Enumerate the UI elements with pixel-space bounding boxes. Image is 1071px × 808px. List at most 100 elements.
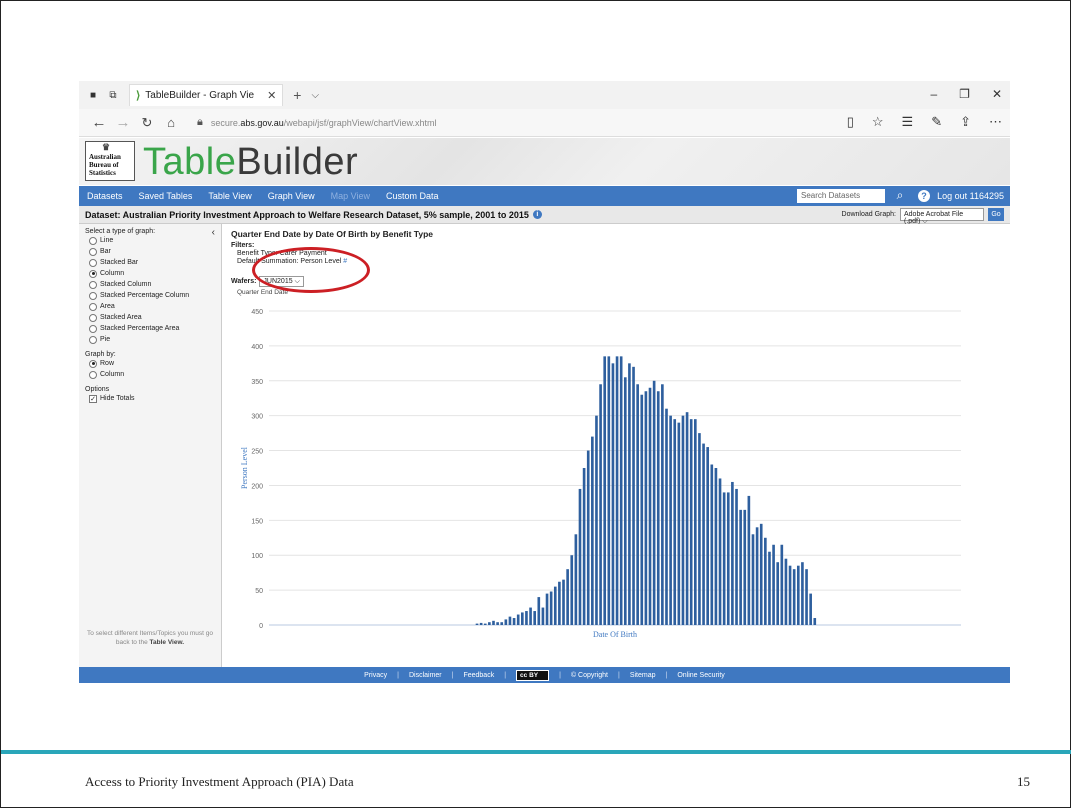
hide-totals-label: Hide Totals: [100, 395, 135, 402]
chart-bar: [632, 366, 635, 625]
window-menu-icon[interactable]: ■: [87, 90, 99, 101]
collapse-panel-icon[interactable]: ‹: [212, 227, 215, 238]
chart-bar: [755, 527, 759, 625]
graph-by-radio[interactable]: [89, 359, 97, 368]
tab-preview-icon[interactable]: ⧉: [107, 90, 119, 101]
url-field[interactable]: 🔒︎ secure.abs.gov.au/webapi/jsf/graphVie…: [197, 113, 837, 133]
creative-commons-badge[interactable]: cc BY: [516, 669, 550, 681]
graph-by-radio[interactable]: [89, 370, 97, 379]
browser-tab[interactable]: ⟩ TableBuilder - Graph Vie ✕: [129, 84, 284, 106]
graph-by-option[interactable]: Column: [85, 369, 215, 380]
chart-bar: [685, 412, 689, 625]
graph-type-radio[interactable]: [89, 247, 97, 256]
graph-type-option[interactable]: Stacked Column: [85, 279, 215, 290]
chart-bar: [801, 562, 804, 625]
graph-type-option[interactable]: Stacked Bar: [85, 257, 215, 268]
graph-type-radio[interactable]: [89, 236, 97, 245]
abs-logo[interactable]: ♛ Australian Bureau of Statistics: [85, 141, 135, 181]
graph-type-radio[interactable]: [89, 280, 97, 289]
refresh-icon[interactable]: ↻: [135, 115, 159, 131]
help-icon[interactable]: ?: [918, 190, 930, 202]
chart-bar: [595, 415, 598, 625]
graph-type-radio[interactable]: [89, 324, 97, 333]
chart-bar: [475, 623, 479, 625]
share-icon[interactable]: ⇪: [960, 114, 971, 130]
nav-saved-tables[interactable]: Saved Tables: [131, 191, 201, 201]
hide-totals-checkbox[interactable]: ✓: [89, 394, 97, 403]
table-view-link[interactable]: Table View.: [150, 639, 185, 646]
graph-type-radio[interactable]: [89, 335, 97, 344]
footer-disclaimer[interactable]: Disclaimer: [409, 672, 442, 679]
footer-separator: |: [559, 671, 561, 679]
chart-bar: [549, 591, 553, 625]
chart-bar: [570, 555, 574, 625]
footer-sitemap[interactable]: Sitemap: [630, 672, 656, 679]
y-tick-label: 0: [259, 623, 263, 630]
chart-bar: [796, 565, 800, 625]
graph-type-option[interactable]: Stacked Percentage Column: [85, 290, 215, 301]
minimize-icon[interactable]: –: [930, 87, 937, 101]
graph-type-radio[interactable]: [89, 269, 97, 278]
close-window-icon[interactable]: ✕: [992, 87, 1002, 101]
graph-type-label: Stacked Percentage Column: [100, 292, 190, 299]
favorite-star-icon[interactable]: ☆: [872, 114, 884, 130]
y-tick-label: 100: [251, 553, 263, 560]
footer-feedback[interactable]: Feedback: [463, 672, 494, 679]
chart-bar: [759, 523, 763, 625]
graph-type-radio[interactable]: [89, 258, 97, 267]
back-arrow-icon[interactable]: ←: [87, 114, 111, 131]
chevron-down-icon[interactable]: ⌵: [311, 90, 319, 101]
chart-bar: [496, 622, 499, 625]
brand-part-2: Builder: [236, 141, 359, 183]
browser-tools: ▯ ☆ ☰ ✎ ⇪ ⋯: [847, 114, 1002, 130]
hide-totals-option[interactable]: ✓ Hide Totals: [85, 393, 215, 404]
graph-type-option[interactable]: Stacked Area: [85, 312, 215, 323]
graph-type-option[interactable]: Pie: [85, 334, 215, 345]
chart-bar: [578, 488, 582, 625]
chart-bar: [714, 468, 718, 625]
chart-bar: [718, 478, 722, 625]
chart-bar: [529, 607, 532, 625]
reading-view-icon[interactable]: ▯: [847, 114, 854, 130]
graph-by-option[interactable]: Row: [85, 358, 215, 369]
graph-type-radio[interactable]: [89, 302, 97, 311]
chart-bar: [582, 468, 586, 625]
nav-map-view[interactable]: Map View: [323, 191, 378, 201]
graph-type-option[interactable]: Line: [85, 235, 215, 246]
nav-table-view[interactable]: Table View: [200, 191, 259, 201]
info-icon[interactable]: i: [532, 210, 542, 219]
search-icon[interactable]: ⌕: [892, 188, 908, 204]
forward-arrow-icon[interactable]: →: [111, 114, 135, 131]
footer-privacy[interactable]: Privacy: [364, 672, 387, 679]
y-axis-title: Person Level: [240, 446, 249, 489]
chart-bar: [710, 464, 714, 625]
chart-bar: [698, 433, 701, 625]
restore-icon[interactable]: ❐: [959, 87, 970, 101]
footer-online-security[interactable]: Online Security: [677, 672, 724, 679]
nav-custom-data[interactable]: Custom Data: [378, 191, 447, 201]
graph-type-option[interactable]: Bar: [85, 246, 215, 257]
graph-type-radio[interactable]: [89, 313, 97, 322]
x-axis-title: Date Of Birth: [593, 630, 637, 639]
graph-type-option[interactable]: Area: [85, 301, 215, 312]
go-button[interactable]: Go: [988, 208, 1004, 221]
more-icon[interactable]: ⋯: [989, 114, 1002, 130]
footer-copyright[interactable]: © Copyright: [571, 672, 608, 679]
search-datasets-input[interactable]: Search Datasets: [797, 189, 885, 203]
graph-type-radio[interactable]: [89, 291, 97, 300]
nav-graph-view[interactable]: Graph View: [260, 191, 323, 201]
download-format-select[interactable]: Adobe Acrobat File (.pdf) ⌵: [900, 208, 984, 225]
logout-link[interactable]: Log out 1164295: [937, 191, 1004, 201]
close-tab-icon[interactable]: ✕: [267, 89, 276, 102]
chart-bar: [591, 436, 594, 625]
home-icon[interactable]: ⌂: [159, 115, 183, 130]
favorites-hub-icon[interactable]: ☰: [902, 114, 914, 130]
y-tick-label: 150: [251, 518, 263, 525]
nav-datasets[interactable]: Datasets: [79, 191, 131, 201]
new-tab-icon[interactable]: +: [293, 87, 301, 103]
graph-type-option[interactable]: Column: [85, 268, 215, 279]
pen-note-icon[interactable]: ✎: [931, 114, 942, 130]
chart-bar: [545, 593, 549, 625]
browser-screenshot: ■ ⧉ ⟩ TableBuilder - Graph Vie ✕ + ⌵ – ❐…: [79, 81, 1010, 683]
graph-type-option[interactable]: Stacked Percentage Area: [85, 323, 215, 334]
